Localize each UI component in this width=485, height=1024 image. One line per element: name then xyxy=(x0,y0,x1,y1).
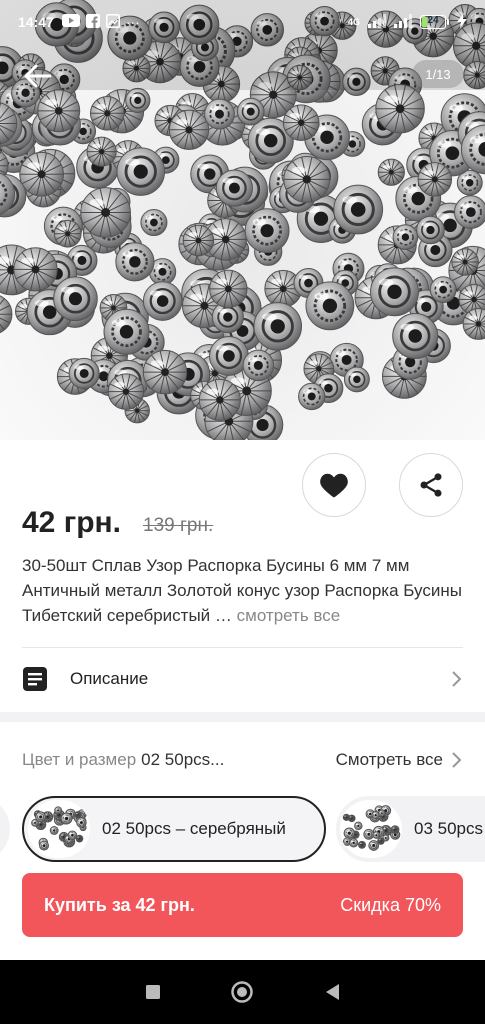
gallery-icon xyxy=(105,13,120,31)
share-button[interactable] xyxy=(399,453,463,517)
description-label: Описание xyxy=(70,669,149,688)
old-price: 139 грн. xyxy=(143,515,214,536)
variant-chip-previous[interactable] xyxy=(0,796,10,862)
buy-button[interactable]: Купить за 42 грн. Скидка 70% xyxy=(22,873,463,937)
variant-see-all[interactable]: Смотреть все xyxy=(336,750,443,770)
share-icon xyxy=(420,473,442,497)
variant-selected-value: 02 50pcs... xyxy=(141,750,225,769)
variant-chip-selected[interactable]: 02 50pcs – серебряный xyxy=(22,796,326,862)
signal-icon-2 xyxy=(394,13,412,31)
product-title: 30-50шт Сплав Узор Распорка Бусины 6 мм … xyxy=(22,553,467,628)
image-counter: 1/13 xyxy=(412,60,464,88)
beads-illustration xyxy=(0,0,485,440)
status-bar: 14:47 ··· 4G 24 xyxy=(0,0,485,44)
chevron-right-icon xyxy=(452,752,462,768)
price: 42 грн. xyxy=(22,506,121,539)
battery-icon: 24 xyxy=(420,15,449,29)
variant-label: Цвет и размер xyxy=(22,750,137,769)
recent-apps-icon[interactable] xyxy=(144,983,162,1001)
home-icon[interactable] xyxy=(230,980,254,1004)
variant-thumbnail xyxy=(28,800,90,858)
back-nav-icon[interactable] xyxy=(323,982,341,1002)
discount-label: Скидка 70% xyxy=(340,894,441,915)
section-separator xyxy=(0,712,485,722)
heart-icon xyxy=(320,473,348,498)
variant-thumbnail xyxy=(340,800,402,858)
status-time: 14:47 xyxy=(18,14,54,30)
chevron-right-icon xyxy=(452,671,462,687)
charging-icon xyxy=(457,13,467,31)
document-icon xyxy=(23,667,47,691)
variant-chip[interactable]: 03 50pcs xyxy=(336,796,485,862)
arrow-left-icon xyxy=(24,64,52,88)
youtube-icon xyxy=(61,14,80,30)
divider xyxy=(22,647,463,648)
system-nav-bar xyxy=(0,960,485,1024)
buy-button-label: Купить за 42 грн. xyxy=(44,894,195,915)
product-image[interactable] xyxy=(0,0,485,440)
signal-icon xyxy=(368,13,386,31)
variant-chip-label: 03 50pcs xyxy=(414,819,483,838)
description-row[interactable]: Описание xyxy=(0,656,485,702)
variant-chip-label: 02 50pcs – серебряный xyxy=(102,819,286,838)
facebook-icon xyxy=(85,13,100,31)
favorite-button[interactable] xyxy=(302,453,366,517)
back-button[interactable] xyxy=(20,60,56,92)
network-type: 4G xyxy=(347,17,360,27)
battery-level: 24 xyxy=(427,15,439,26)
more-notifications-icon: ··· xyxy=(125,14,140,30)
variant-selector-row[interactable]: Цвет и размер 02 50pcs... Смотреть все xyxy=(0,740,485,780)
variant-options: 02 50pcs – серебряный 03 50pcs xyxy=(0,796,485,864)
see-all-title-link[interactable]: смотреть все xyxy=(237,606,341,625)
